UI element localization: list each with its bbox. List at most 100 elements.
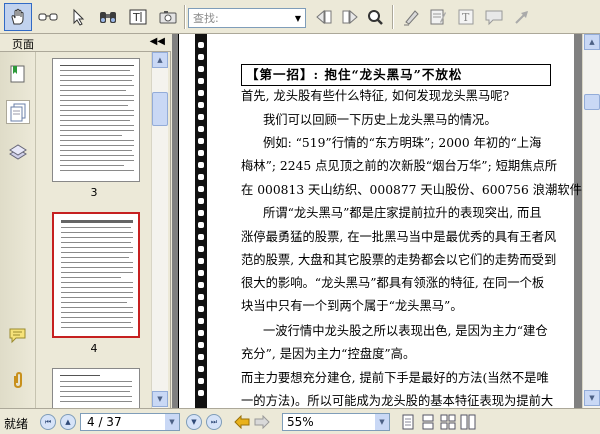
- continuous-page-icon: [422, 414, 434, 430]
- glasses-icon: [38, 13, 58, 21]
- collapse-pane-icon[interactable]: ◀◀: [150, 36, 165, 47]
- thumbnail-label: 3: [90, 186, 98, 199]
- page-thumbnail-4[interactable]: [52, 212, 140, 338]
- pages-icon: [10, 103, 26, 122]
- page-thumbnail-3[interactable]: [52, 58, 140, 182]
- find-previous-button[interactable]: [310, 3, 338, 31]
- text-line: 充分”, 是因为主力“控盘度”高。: [241, 347, 416, 361]
- attachments-tab[interactable]: [6, 368, 30, 392]
- go-back-button[interactable]: [234, 414, 250, 430]
- document-view[interactable]: 【第一招】: 抱住“龙头黑马”不放松 首先, 龙头股有些什么特征, 如何发现龙头…: [172, 34, 582, 408]
- navigation-strip: [0, 52, 36, 408]
- text-select-button[interactable]: [34, 3, 62, 31]
- toolbar: T 查找: ▼ T: [0, 0, 600, 34]
- zoom-value: 55%: [287, 415, 314, 429]
- scroll-down-icon[interactable]: ▼: [152, 391, 168, 407]
- comment-bubble-icon: [9, 328, 26, 344]
- document-page: 【第一招】: 抱住“龙头黑马”不放松 首先, 龙头股有些什么特征, 如何发现龙头…: [178, 34, 582, 408]
- bookmark-icon: [10, 65, 25, 83]
- text-tool-button[interactable]: T: [124, 3, 152, 31]
- scroll-thumb[interactable]: [584, 94, 600, 110]
- paperclip-icon: [14, 371, 22, 389]
- text-line: 在 000813 天山纺织、000877 天山股份、600756 浪潮软件等。: [241, 183, 582, 197]
- first-page-button[interactable]: ⏮: [40, 414, 56, 430]
- thumbnail-label: 4: [90, 342, 98, 355]
- find-next-icon: [342, 9, 358, 25]
- last-page-icon: ⏭: [210, 417, 218, 426]
- scroll-down-icon[interactable]: ▼: [584, 390, 600, 406]
- continuous-facing-view-button[interactable]: [460, 414, 476, 430]
- svg-text:T: T: [462, 11, 470, 24]
- chevron-down-icon[interactable]: ▼: [291, 9, 305, 27]
- single-page-view-button[interactable]: [400, 414, 416, 430]
- chapter-banner: 【第一招】: 抱住“龙头黑马”不放松: [241, 64, 551, 86]
- text-line: 一的方法)。所以可能成为龙头股的基本特征表现为提前大: [241, 394, 554, 408]
- hand-tool-button[interactable]: [4, 3, 32, 31]
- find-next-button[interactable]: [336, 3, 364, 31]
- two-columns-icon: [460, 414, 476, 430]
- facing-view-button[interactable]: [440, 414, 456, 430]
- chevron-down-icon[interactable]: ▼: [165, 414, 179, 430]
- text-line: 块当中只有一个到两个属于“龙头黑马”。: [241, 299, 463, 313]
- comments-tab[interactable]: [6, 324, 30, 348]
- text-line: 首先, 龙头股有些什么特征, 如何发现龙头黑马呢?: [241, 89, 510, 103]
- arrow-draw-button[interactable]: [508, 3, 536, 31]
- scroll-up-icon[interactable]: ▲: [152, 52, 168, 68]
- toolbar-separator: [392, 5, 394, 29]
- previous-page-icon: ▲: [65, 418, 71, 426]
- page-thumbnail-5[interactable]: [52, 368, 140, 408]
- find-previous-icon: [316, 9, 332, 25]
- chevron-down-icon[interactable]: ▼: [375, 414, 389, 430]
- continuous-view-button[interactable]: [420, 414, 436, 430]
- page-number-value: 4 / 37: [87, 415, 122, 429]
- text-line: 例如: “519”行情的“东方明珠”; 2000 年初的“上海: [263, 136, 542, 150]
- find-field[interactable]: 查找: ▼: [188, 8, 306, 28]
- arrow-icon: [515, 11, 528, 24]
- search-options-button[interactable]: [362, 3, 390, 31]
- single-page-icon: [402, 414, 414, 430]
- toolbar-separator: [184, 5, 186, 29]
- text-box-icon: T: [458, 9, 474, 25]
- hand-icon: [11, 8, 24, 25]
- binoculars-icon: [100, 12, 116, 23]
- next-page-icon: ▼: [191, 418, 197, 426]
- last-page-button[interactable]: ⏭: [206, 414, 222, 430]
- zoom-field[interactable]: 55% ▼: [282, 413, 390, 431]
- pages-tab[interactable]: [6, 100, 30, 124]
- highlighter-icon: [404, 10, 419, 26]
- pages-pane-header: 页面 ◀◀: [0, 34, 171, 52]
- text-line: 涨停最勇猛的股票, 在一批黑马当中是最优秀的具有王者风: [241, 230, 557, 244]
- note-icon: [430, 9, 446, 25]
- text-line: 很大的影响。“龙头黑马”都具有领涨的特征, 在同一个板: [241, 276, 545, 290]
- magnifier-icon: [368, 10, 383, 25]
- layers-tab[interactable]: [6, 140, 30, 164]
- back-arrow-icon: [234, 415, 250, 429]
- text-cursor-icon: T: [129, 9, 147, 25]
- cursor-arrow-icon: [73, 8, 85, 26]
- forward-arrow-icon: [254, 415, 270, 429]
- status-text: 就绪: [4, 417, 29, 431]
- note-button[interactable]: [424, 3, 452, 31]
- go-forward-button[interactable]: [254, 414, 270, 430]
- page-number-field[interactable]: 4 / 37 ▼: [80, 413, 180, 431]
- facing-pages-icon: [440, 414, 456, 430]
- text-line: 而主力要想充分建仓, 提前下手是最好的方法(当然不是唯: [241, 371, 549, 385]
- text-line: 梅林”; 2245 点见顶之前的次新股“烟台万华”; 短期焦点所: [241, 159, 558, 173]
- text-line: 一波行情中龙头股之所以表现出色, 是因为主力“建仓: [263, 324, 548, 338]
- thumbnail-list: 3 4: [37, 52, 151, 408]
- previous-page-button[interactable]: ▲: [60, 414, 76, 430]
- text-line: 我们可以回顾一下历史上龙头黑马的情况。: [263, 113, 497, 127]
- thumbnail-scrollbar[interactable]: ▲ ▼: [151, 52, 168, 408]
- next-page-button[interactable]: ▼: [186, 414, 202, 430]
- document-scrollbar[interactable]: ▲ ▼: [582, 34, 600, 408]
- highlighter-button[interactable]: [398, 3, 426, 31]
- arrow-select-button[interactable]: [64, 3, 92, 31]
- scroll-thumb[interactable]: [152, 92, 168, 126]
- find-button[interactable]: [94, 3, 122, 31]
- bookmarks-tab[interactable]: [6, 62, 30, 86]
- text-box-button[interactable]: T: [452, 3, 480, 31]
- comment-button[interactable]: [480, 3, 508, 31]
- snapshot-button[interactable]: [154, 3, 182, 31]
- scroll-up-icon[interactable]: ▲: [584, 34, 600, 50]
- status-bar: 就绪 ⏮ ▲ 4 / 37 ▼ ▼ ⏭ 55% ▼: [0, 408, 600, 434]
